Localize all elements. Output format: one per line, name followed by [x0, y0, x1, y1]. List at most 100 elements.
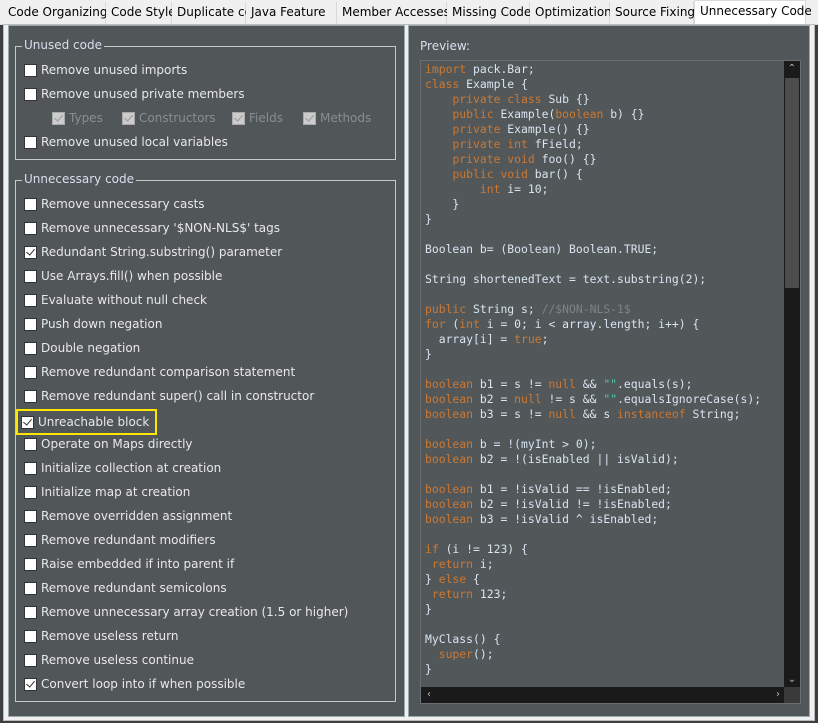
- checkbox-option[interactable]: Use Arrays.fill() when possible: [24, 267, 222, 285]
- code-line: int i= 10;: [425, 182, 761, 197]
- checkbox-option[interactable]: Push down negation: [24, 315, 162, 333]
- checkbox-unchecked-icon[interactable]: [24, 629, 37, 643]
- checkbox-option[interactable]: Remove unused imports: [24, 61, 187, 79]
- code-token: b2 =: [473, 392, 515, 406]
- checkbox-option[interactable]: Remove unused private members: [24, 85, 245, 103]
- checkbox-label: Redundant String.substring() parameter: [41, 245, 283, 259]
- tab-duplicate-code[interactable]: Duplicate code: [172, 2, 267, 25]
- checkbox-option[interactable]: Evaluate without null check: [24, 291, 207, 309]
- code-line: } else {: [425, 572, 761, 587]
- checkbox-unchecked-icon[interactable]: [24, 365, 37, 379]
- checkbox-unchecked-icon[interactable]: [24, 557, 37, 571]
- code-token: i = 0; i < array.length; i++) {: [479, 317, 700, 331]
- checkbox-option[interactable]: Initialize collection at creation: [24, 459, 221, 477]
- checkbox-label: Remove unused imports: [41, 63, 188, 77]
- code-token: else: [438, 572, 467, 586]
- scroll-left-icon[interactable]: ‹: [421, 687, 437, 703]
- checkbox-option[interactable]: Double negation: [24, 339, 140, 357]
- tab-source-fixing[interactable]: Source Fixing: [610, 2, 695, 25]
- code-token: 123;: [473, 587, 508, 601]
- checkbox-unchecked-icon[interactable]: [24, 293, 37, 307]
- checkbox-option[interactable]: Remove unnecessary '$NON-NLS$' tags: [24, 219, 280, 237]
- checkbox-option[interactable]: Raise embedded if into parent if: [24, 555, 234, 573]
- checkbox-unchecked-icon[interactable]: [24, 269, 37, 283]
- code-token: b2 = !(isEnabled || isValid);: [473, 452, 679, 466]
- code-line: }: [425, 197, 761, 212]
- checkbox-option[interactable]: Remove unnecessary casts: [24, 195, 205, 213]
- checkbox-unchecked-icon[interactable]: [24, 653, 37, 667]
- code-token: (: [445, 317, 460, 331]
- code-token: public: [452, 107, 494, 121]
- checkbox-option[interactable]: Remove redundant super() call in constru…: [24, 387, 314, 405]
- tab-member-accesses[interactable]: Member Accesses: [337, 2, 450, 25]
- checkbox-option[interactable]: Remove useless continue: [24, 651, 194, 669]
- checkbox-label: Remove unnecessary array creation (1.5 o…: [41, 605, 349, 619]
- code-text: import pack.Bar; class Example { private …: [425, 62, 761, 677]
- checkbox-unchecked-icon[interactable]: [24, 461, 37, 475]
- code-line: private Example() {}: [425, 122, 761, 137]
- checkbox-option[interactable]: Remove redundant semicolons: [24, 579, 227, 597]
- checkbox-label: Types: [69, 111, 103, 125]
- checkbox-label: Remove redundant modifiers: [41, 533, 216, 547]
- checkbox-unchecked-icon[interactable]: [24, 509, 37, 523]
- checkbox-option[interactable]: Remove useless return: [24, 627, 178, 645]
- checkbox-unchecked-icon[interactable]: [24, 485, 37, 499]
- checkbox-checked-icon[interactable]: [24, 677, 37, 691]
- tab-bar: Code Organizing Code Style Duplicate code J…: [0, 0, 818, 25]
- checkbox-option[interactable]: Remove redundant comparison statement: [24, 363, 295, 381]
- checkbox-unchecked-icon[interactable]: [24, 605, 37, 619]
- tab-unnecessary-code[interactable]: Unnecessary Code: [694, 0, 812, 25]
- checkbox-unchecked-icon[interactable]: [24, 341, 37, 355]
- checkbox-unchecked-icon[interactable]: [24, 87, 37, 101]
- code-token: b1 = s !=: [473, 377, 549, 391]
- checkbox-option[interactable]: Remove redundant modifiers: [24, 531, 216, 549]
- vertical-scroll-thumb[interactable]: [785, 78, 799, 288]
- checkbox-unchecked-icon[interactable]: [24, 135, 37, 149]
- checkbox-option[interactable]: Convert loop into if when possible: [24, 675, 245, 693]
- checkbox-checked-icon[interactable]: [21, 415, 34, 429]
- code-line: array[i] = true;: [425, 332, 761, 347]
- unnecessary-code-title: Unnecessary code: [22, 172, 137, 186]
- checkbox-unchecked-icon[interactable]: [24, 197, 37, 211]
- horizontal-scrollbar[interactable]: ‹ ›: [421, 687, 786, 703]
- checkbox-option[interactable]: Initialize map at creation: [24, 483, 190, 501]
- code-token: boolean: [555, 107, 604, 121]
- checkbox-checked-icon[interactable]: [24, 245, 37, 259]
- code-line: }: [425, 347, 761, 362]
- tab-code-style[interactable]: Code Style: [106, 2, 176, 25]
- checkbox-option[interactable]: Unreachable block: [15, 409, 158, 435]
- tab-code-organizing[interactable]: Code Organizing: [3, 2, 107, 25]
- tab-java-feature[interactable]: Java Feature: [246, 2, 337, 25]
- checkbox-unchecked-icon[interactable]: [24, 437, 37, 451]
- scroll-up-icon[interactable]: ⌃: [784, 61, 800, 77]
- preview-code-area[interactable]: import pack.Bar; class Example { private …: [420, 60, 801, 704]
- vertical-scrollbar[interactable]: ⌃ ⌄: [784, 61, 800, 688]
- tab-missing-code[interactable]: Missing Code: [447, 2, 531, 25]
- code-line: import pack.Bar;: [425, 62, 761, 77]
- checkbox-unchecked-icon[interactable]: [24, 317, 37, 331]
- checkbox-unchecked-icon[interactable]: [24, 63, 37, 77]
- checkbox-unchecked-icon[interactable]: [24, 581, 37, 595]
- code-token: boolean: [425, 407, 474, 421]
- code-token: }: [425, 572, 439, 586]
- code-token: return: [431, 587, 474, 601]
- checkbox-option[interactable]: Redundant String.substring() parameter: [24, 243, 282, 261]
- checkbox-unchecked-icon[interactable]: [24, 389, 37, 403]
- checkbox-label: Remove redundant super() call in constru…: [41, 389, 315, 403]
- code-token: ();: [473, 647, 494, 661]
- checkbox-option[interactable]: Remove overridden assignment: [24, 507, 232, 525]
- checkbox-unchecked-icon[interactable]: [24, 221, 37, 235]
- code-token: bar() {: [527, 167, 583, 181]
- checkbox-option[interactable]: Remove unused local variables: [24, 133, 228, 151]
- checkbox-label: Push down negation: [41, 317, 163, 331]
- checkbox-option[interactable]: Remove unnecessary array creation (1.5 o…: [24, 603, 348, 621]
- checkbox-option: Methods: [303, 109, 371, 127]
- code-token: foo() {}: [534, 152, 597, 166]
- tab-optimization[interactable]: Optimization: [530, 2, 612, 25]
- checkbox-unchecked-icon[interactable]: [24, 533, 37, 547]
- code-token: String shortenedText = text.substring(2)…: [425, 272, 707, 286]
- checkbox-checked-icon: [303, 111, 316, 125]
- scroll-down-icon[interactable]: ⌄: [784, 672, 800, 688]
- checkbox-option[interactable]: Operate on Maps directly: [24, 435, 193, 453]
